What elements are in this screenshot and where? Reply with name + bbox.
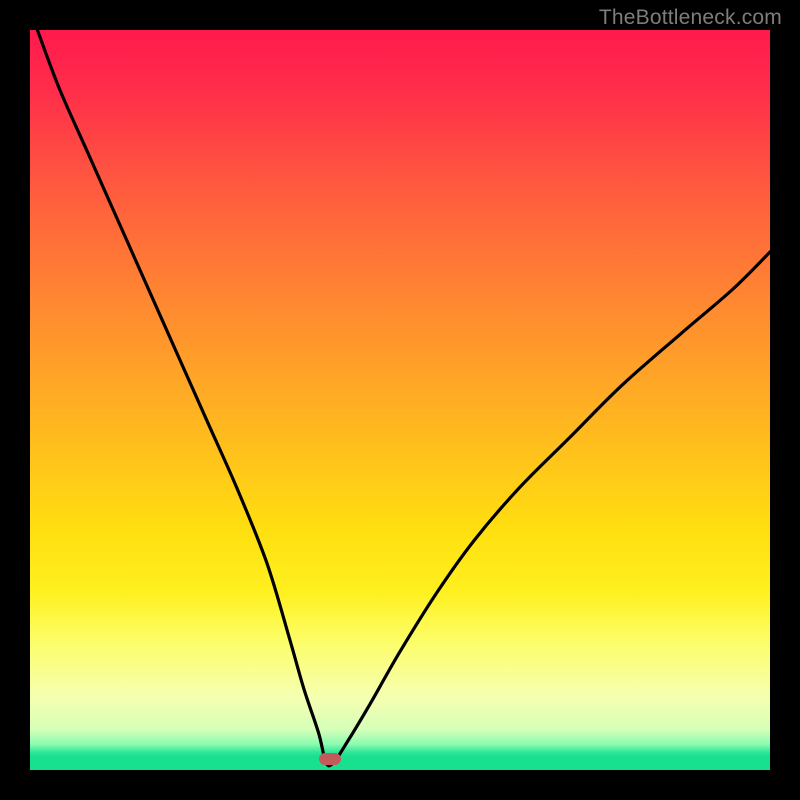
- watermark-text: TheBottleneck.com: [599, 6, 782, 30]
- plot-area: [30, 30, 770, 770]
- chart-frame: TheBottleneck.com: [0, 0, 800, 800]
- optimal-marker: [319, 753, 341, 765]
- bottleneck-curve: [30, 30, 770, 770]
